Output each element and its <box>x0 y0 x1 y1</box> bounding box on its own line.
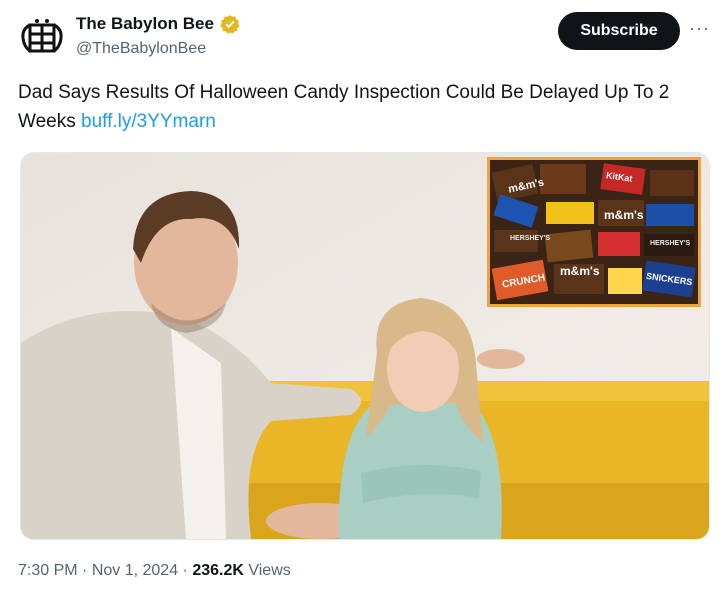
views-count: 236.2K <box>192 562 244 579</box>
mms-label-2: m&m's <box>604 208 644 222</box>
separator: · <box>178 562 193 579</box>
bee-logo-icon <box>21 19 63 53</box>
verified-badge-icon <box>220 15 240 34</box>
views-label: Views <box>243 562 291 579</box>
tweet-link[interactable]: buff.ly/3YYmarn <box>81 111 216 132</box>
hersheys-label-1: HERSHEY'S <box>510 235 551 242</box>
more-options-icon[interactable]: ··· <box>689 18 710 39</box>
candy-inset-image: m&m's m&m's m&m's HERSHEY'S HERSHEY'S CR… <box>487 157 701 307</box>
avatar[interactable] <box>18 14 66 62</box>
tweet-header: The Babylon Bee @TheBabylonBee Subscribe… <box>18 12 714 62</box>
tweet-text: Dad Says Results Of Halloween Candy Insp… <box>18 78 708 136</box>
tweet-date[interactable]: Nov 1, 2024 <box>92 562 178 579</box>
handle[interactable]: @TheBabylonBee <box>76 40 240 58</box>
separator: · <box>77 562 92 579</box>
subscribe-button[interactable]: Subscribe <box>558 12 680 50</box>
tweet-media-image[interactable]: m&m's m&m's m&m's HERSHEY'S HERSHEY'S CR… <box>20 152 710 540</box>
mms-label-3: m&m's <box>560 264 600 278</box>
tweet-time[interactable]: 7:30 PM <box>18 562 78 579</box>
hersheys-label-2: HERSHEY'S <box>650 240 691 247</box>
display-name[interactable]: The Babylon Bee <box>76 14 214 34</box>
tweet-meta: 7:30 PM · Nov 1, 2024 · 236.2K Views <box>18 562 291 580</box>
